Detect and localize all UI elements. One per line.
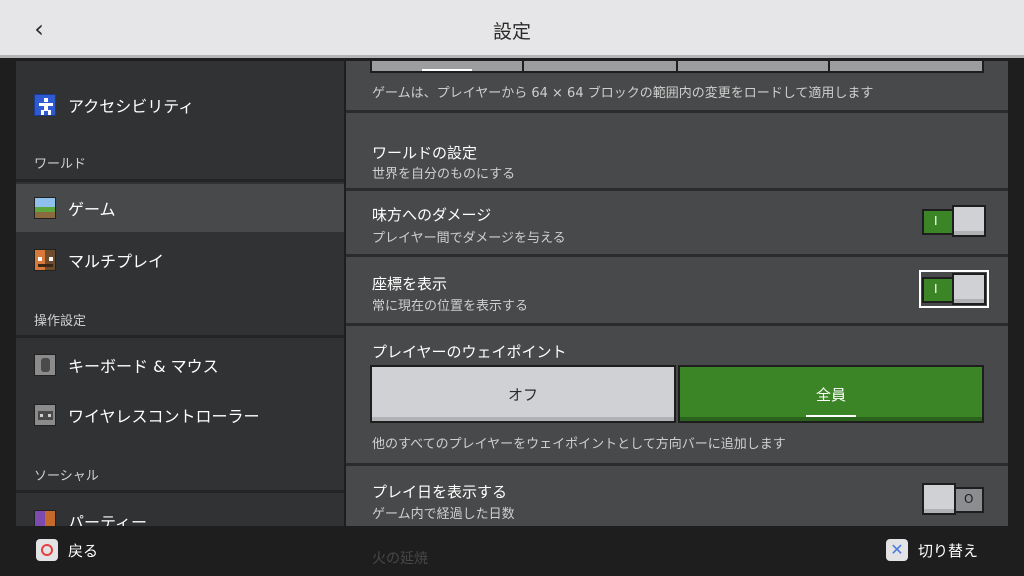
sidebar-item-label: ワイヤレスコントローラー [68, 407, 260, 426]
waypoints-segmented[interactable]: オフ 全員 [370, 365, 984, 423]
toggle-on-mark: I [934, 214, 938, 228]
chunk-description: ゲームは、プレイヤーから 64 × 64 ブロックの範囲内の変更をロードして適用… [372, 86, 874, 101]
sidebar-item-label: キーボード & マウス [68, 357, 219, 376]
show-days-played-title: プレイ日を表示する [372, 483, 508, 501]
selected-underline [806, 415, 856, 417]
sidebar-item-label: マルチプレイ [68, 252, 165, 271]
show-days-played-subtitle: ゲーム内で経過した日数 [372, 507, 515, 522]
settings-content[interactable]: ゲームは、プレイヤーから 64 × 64 ブロックの範囲内の変更をロードして適用… [346, 61, 1008, 526]
sidebar-section-social: ソーシャル [34, 469, 99, 484]
party-icon [34, 510, 56, 526]
world-settings-subtitle: 世界を自分のものにする [372, 167, 516, 182]
sidebar-item-label: パーティー [68, 513, 148, 526]
title-bar: ‹ 設定 [0, 0, 1024, 58]
chunk-panel: ゲームは、プレイヤーから 64 × 64 ブロックの範囲内の変更をロードして適用… [346, 61, 1008, 110]
waypoints-panel: プレイヤーのウェイポイント オフ 全員 他のすべてのプレイヤーをウェイポイントと… [346, 326, 1008, 463]
waypoints-option-everyone[interactable]: 全員 [678, 365, 984, 423]
sidebar-item-label: ゲーム [68, 200, 116, 219]
keyboard-mouse-icon [34, 354, 56, 376]
world-settings-title: ワールドの設定 [372, 144, 478, 162]
friendly-fire-subtitle: プレイヤー間でダメージを与える [372, 231, 566, 246]
sidebar-divider [16, 490, 344, 493]
sidebar-item-label: アクセシビリティ [68, 97, 195, 116]
cross-button-icon: ✕ [886, 539, 908, 561]
back-label: 戻る [68, 541, 99, 560]
frame-left [0, 61, 16, 526]
accessibility-icon [34, 94, 56, 116]
waypoints-description: 他のすべてのプレイヤーをウェイポイントとして方向バーに追加します [372, 437, 786, 452]
fire-spread-title: 火の延焼 [372, 551, 428, 567]
sidebar-divider [16, 335, 344, 338]
friendly-fire-row[interactable]: 味方へのダメージ プレイヤー間でダメージを与える I [346, 191, 1008, 254]
show-coordinates-title: 座標を表示 [372, 275, 448, 293]
friendly-fire-title: 味方へのダメージ [372, 206, 492, 224]
toggle-on-mark: I [934, 282, 938, 296]
show-coordinates-row[interactable]: 座標を表示 常に現在の位置を表示する I [346, 257, 1008, 323]
friendly-fire-toggle[interactable]: I [922, 205, 986, 237]
controller-icon [34, 404, 56, 426]
sidebar-section-controls: 操作設定 [34, 314, 87, 329]
landscape-icon [34, 197, 56, 219]
circle-button-icon [36, 539, 58, 561]
sidebar-divider [16, 179, 344, 182]
sidebar-item-keyboard-mouse[interactable]: キーボード & マウス [16, 341, 344, 389]
sidebar[interactable]: アクセシビリティ ワールド ゲーム マルチプレイ 操作設定 キーボード & マウ… [16, 61, 344, 526]
page-title: 設定 [492, 21, 531, 43]
sidebar-item-accessibility[interactable]: アクセシビリティ [16, 81, 344, 129]
show-coordinates-subtitle: 常に現在の位置を表示する [372, 299, 529, 314]
show-days-played-row[interactable]: プレイ日を表示する ゲーム内で経過した日数 O [346, 466, 1008, 526]
show-coordinates-toggle[interactable]: I [919, 270, 989, 308]
toggle-off-mark: O [964, 492, 974, 506]
sidebar-item-wireless-controller[interactable]: ワイヤレスコントローラー [16, 391, 344, 439]
bottom-bar: 戻る 火の延焼 ✕ 切り替え [0, 526, 1024, 576]
sidebar-item-multiplayer[interactable]: マルチプレイ [16, 236, 344, 284]
waypoints-option-off[interactable]: オフ [370, 365, 676, 423]
sidebar-section-world: ワールド [34, 157, 87, 172]
waypoints-title: プレイヤーのウェイポイント [372, 343, 567, 361]
world-settings-panel: ワールドの設定 世界を自分のものにする [346, 113, 1008, 188]
show-days-played-toggle[interactable]: O [922, 483, 986, 515]
chunk-slider-strip[interactable] [370, 61, 984, 73]
toggle-button[interactable]: ✕ 切り替え [886, 539, 978, 561]
sidebar-item-party[interactable]: パーティー [16, 497, 344, 526]
sidebar-item-game[interactable]: ゲーム [16, 184, 344, 232]
toggle-label: 切り替え [918, 541, 979, 560]
multiplayer-icon [34, 249, 56, 271]
frame-right [1008, 61, 1024, 526]
back-button[interactable]: 戻る [36, 539, 98, 561]
